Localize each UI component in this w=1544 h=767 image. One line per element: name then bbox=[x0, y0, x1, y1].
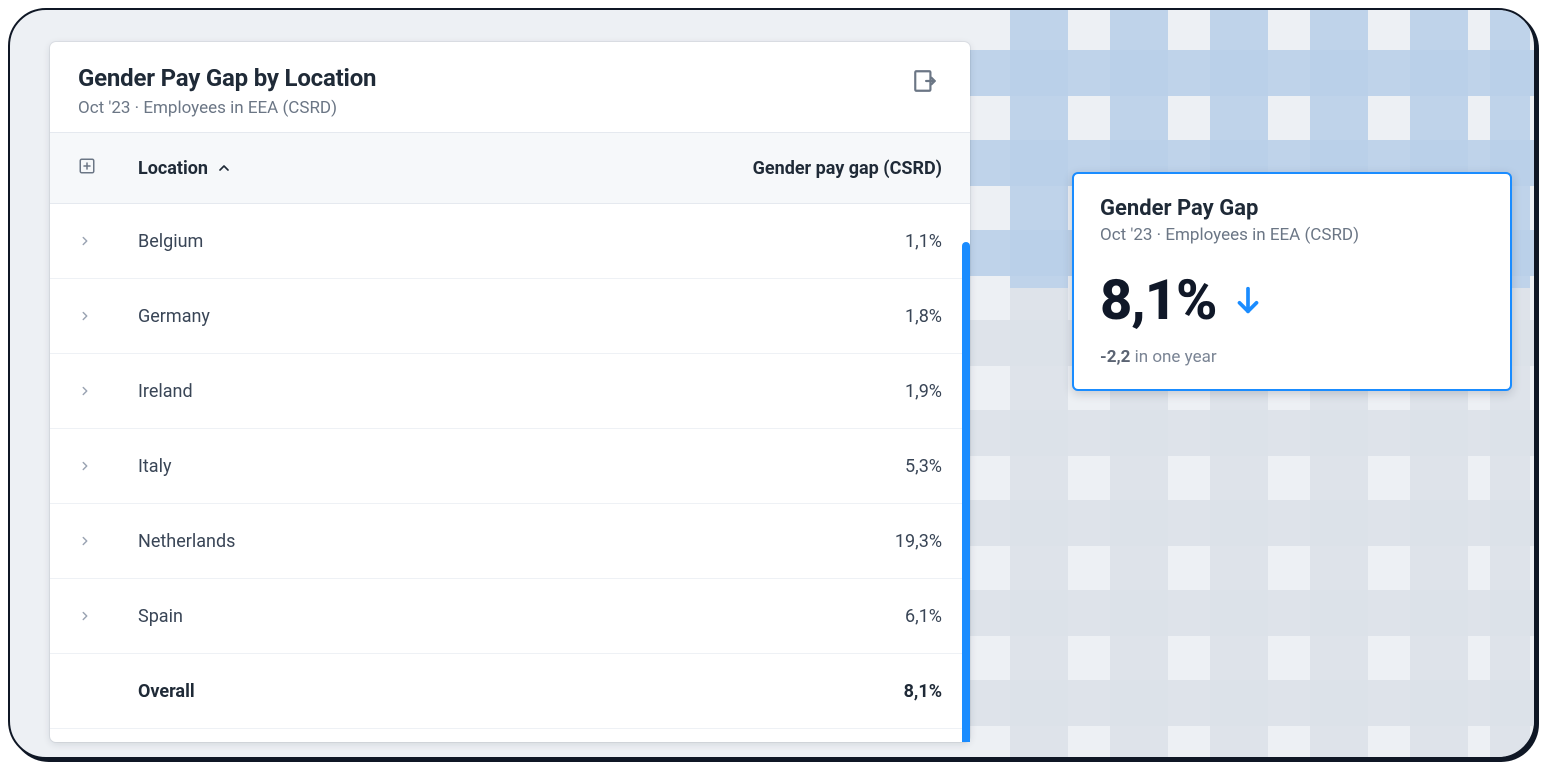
trend-down-icon bbox=[1231, 283, 1265, 317]
table-row-overall: Overall 8,1% bbox=[50, 654, 970, 729]
scrollbar-thumb[interactable] bbox=[962, 242, 970, 742]
card-title: Gender Pay Gap by Location bbox=[78, 64, 908, 92]
export-icon bbox=[912, 68, 938, 94]
row-location: Italy bbox=[138, 456, 622, 477]
kpi-title: Gender Pay Gap bbox=[1100, 196, 1484, 221]
kpi-delta-text: in one year bbox=[1135, 347, 1217, 367]
kpi-delta: -2,2 bbox=[1100, 347, 1130, 367]
expand-row-button[interactable] bbox=[78, 534, 92, 548]
row-location: Spain bbox=[138, 606, 622, 627]
chevron-right-icon bbox=[78, 534, 92, 548]
column-header-value-label: Gender pay gap (CSRD) bbox=[753, 158, 942, 179]
export-button[interactable] bbox=[908, 64, 942, 102]
chevron-right-icon bbox=[78, 309, 92, 323]
chevron-right-icon bbox=[78, 609, 92, 623]
column-header-location-label: Location bbox=[138, 158, 208, 179]
card-subtitle: Oct '23 · Employees in EEA (CSRD) bbox=[78, 98, 908, 118]
table-row[interactable]: Netherlands 19,3% bbox=[50, 504, 970, 579]
expand-row-button[interactable] bbox=[78, 234, 92, 248]
row-value: 19,3% bbox=[622, 531, 942, 552]
expand-all-button[interactable] bbox=[78, 157, 96, 180]
column-header-value[interactable]: Gender pay gap (CSRD) bbox=[622, 158, 942, 179]
chevron-right-icon bbox=[78, 234, 92, 248]
kpi-value-row: 8,1% bbox=[1100, 267, 1484, 333]
row-location: Belgium bbox=[138, 231, 622, 252]
dashboard-frame: Gender Pay Gap by Location Oct '23 · Emp… bbox=[8, 8, 1536, 759]
kpi-value: 8,1% bbox=[1100, 267, 1217, 333]
table-row[interactable]: Belgium 1,1% bbox=[50, 204, 970, 279]
column-header-location[interactable]: Location bbox=[138, 158, 622, 179]
overall-label: Overall bbox=[138, 681, 622, 702]
row-location: Germany bbox=[138, 306, 622, 327]
table-row[interactable]: Spain 6,1% bbox=[50, 579, 970, 654]
kpi-change: -2,2 in one year bbox=[1100, 347, 1484, 367]
location-table: Location Gender pay gap (CSRD) Belgium 1… bbox=[50, 132, 970, 742]
table-row[interactable]: Ireland 1,9% bbox=[50, 354, 970, 429]
expand-row-button[interactable] bbox=[78, 609, 92, 623]
chevron-right-icon bbox=[78, 459, 92, 473]
chevron-right-icon bbox=[78, 384, 92, 398]
row-value: 6,1% bbox=[622, 606, 942, 627]
plus-square-icon bbox=[78, 157, 96, 175]
row-value: 1,1% bbox=[622, 231, 942, 252]
kpi-subtitle: Oct '23 · Employees in EEA (CSRD) bbox=[1100, 225, 1484, 245]
overall-value: 8,1% bbox=[622, 681, 942, 702]
kpi-card[interactable]: Gender Pay Gap Oct '23 · Employees in EE… bbox=[1072, 172, 1512, 391]
row-value: 1,9% bbox=[622, 381, 942, 402]
row-location: Netherlands bbox=[138, 531, 622, 552]
expand-row-button[interactable] bbox=[78, 384, 92, 398]
row-value: 1,8% bbox=[622, 306, 942, 327]
table-header-row: Location Gender pay gap (CSRD) bbox=[50, 132, 970, 204]
location-table-card: Gender Pay Gap by Location Oct '23 · Emp… bbox=[50, 42, 970, 742]
table-row[interactable]: Germany 1,8% bbox=[50, 279, 970, 354]
row-value: 5,3% bbox=[622, 456, 942, 477]
expand-row-button[interactable] bbox=[78, 309, 92, 323]
row-location: Ireland bbox=[138, 381, 622, 402]
sort-asc-icon bbox=[216, 160, 232, 176]
table-row[interactable]: Italy 5,3% bbox=[50, 429, 970, 504]
expand-row-button[interactable] bbox=[78, 459, 92, 473]
card-header: Gender Pay Gap by Location Oct '23 · Emp… bbox=[50, 42, 970, 132]
